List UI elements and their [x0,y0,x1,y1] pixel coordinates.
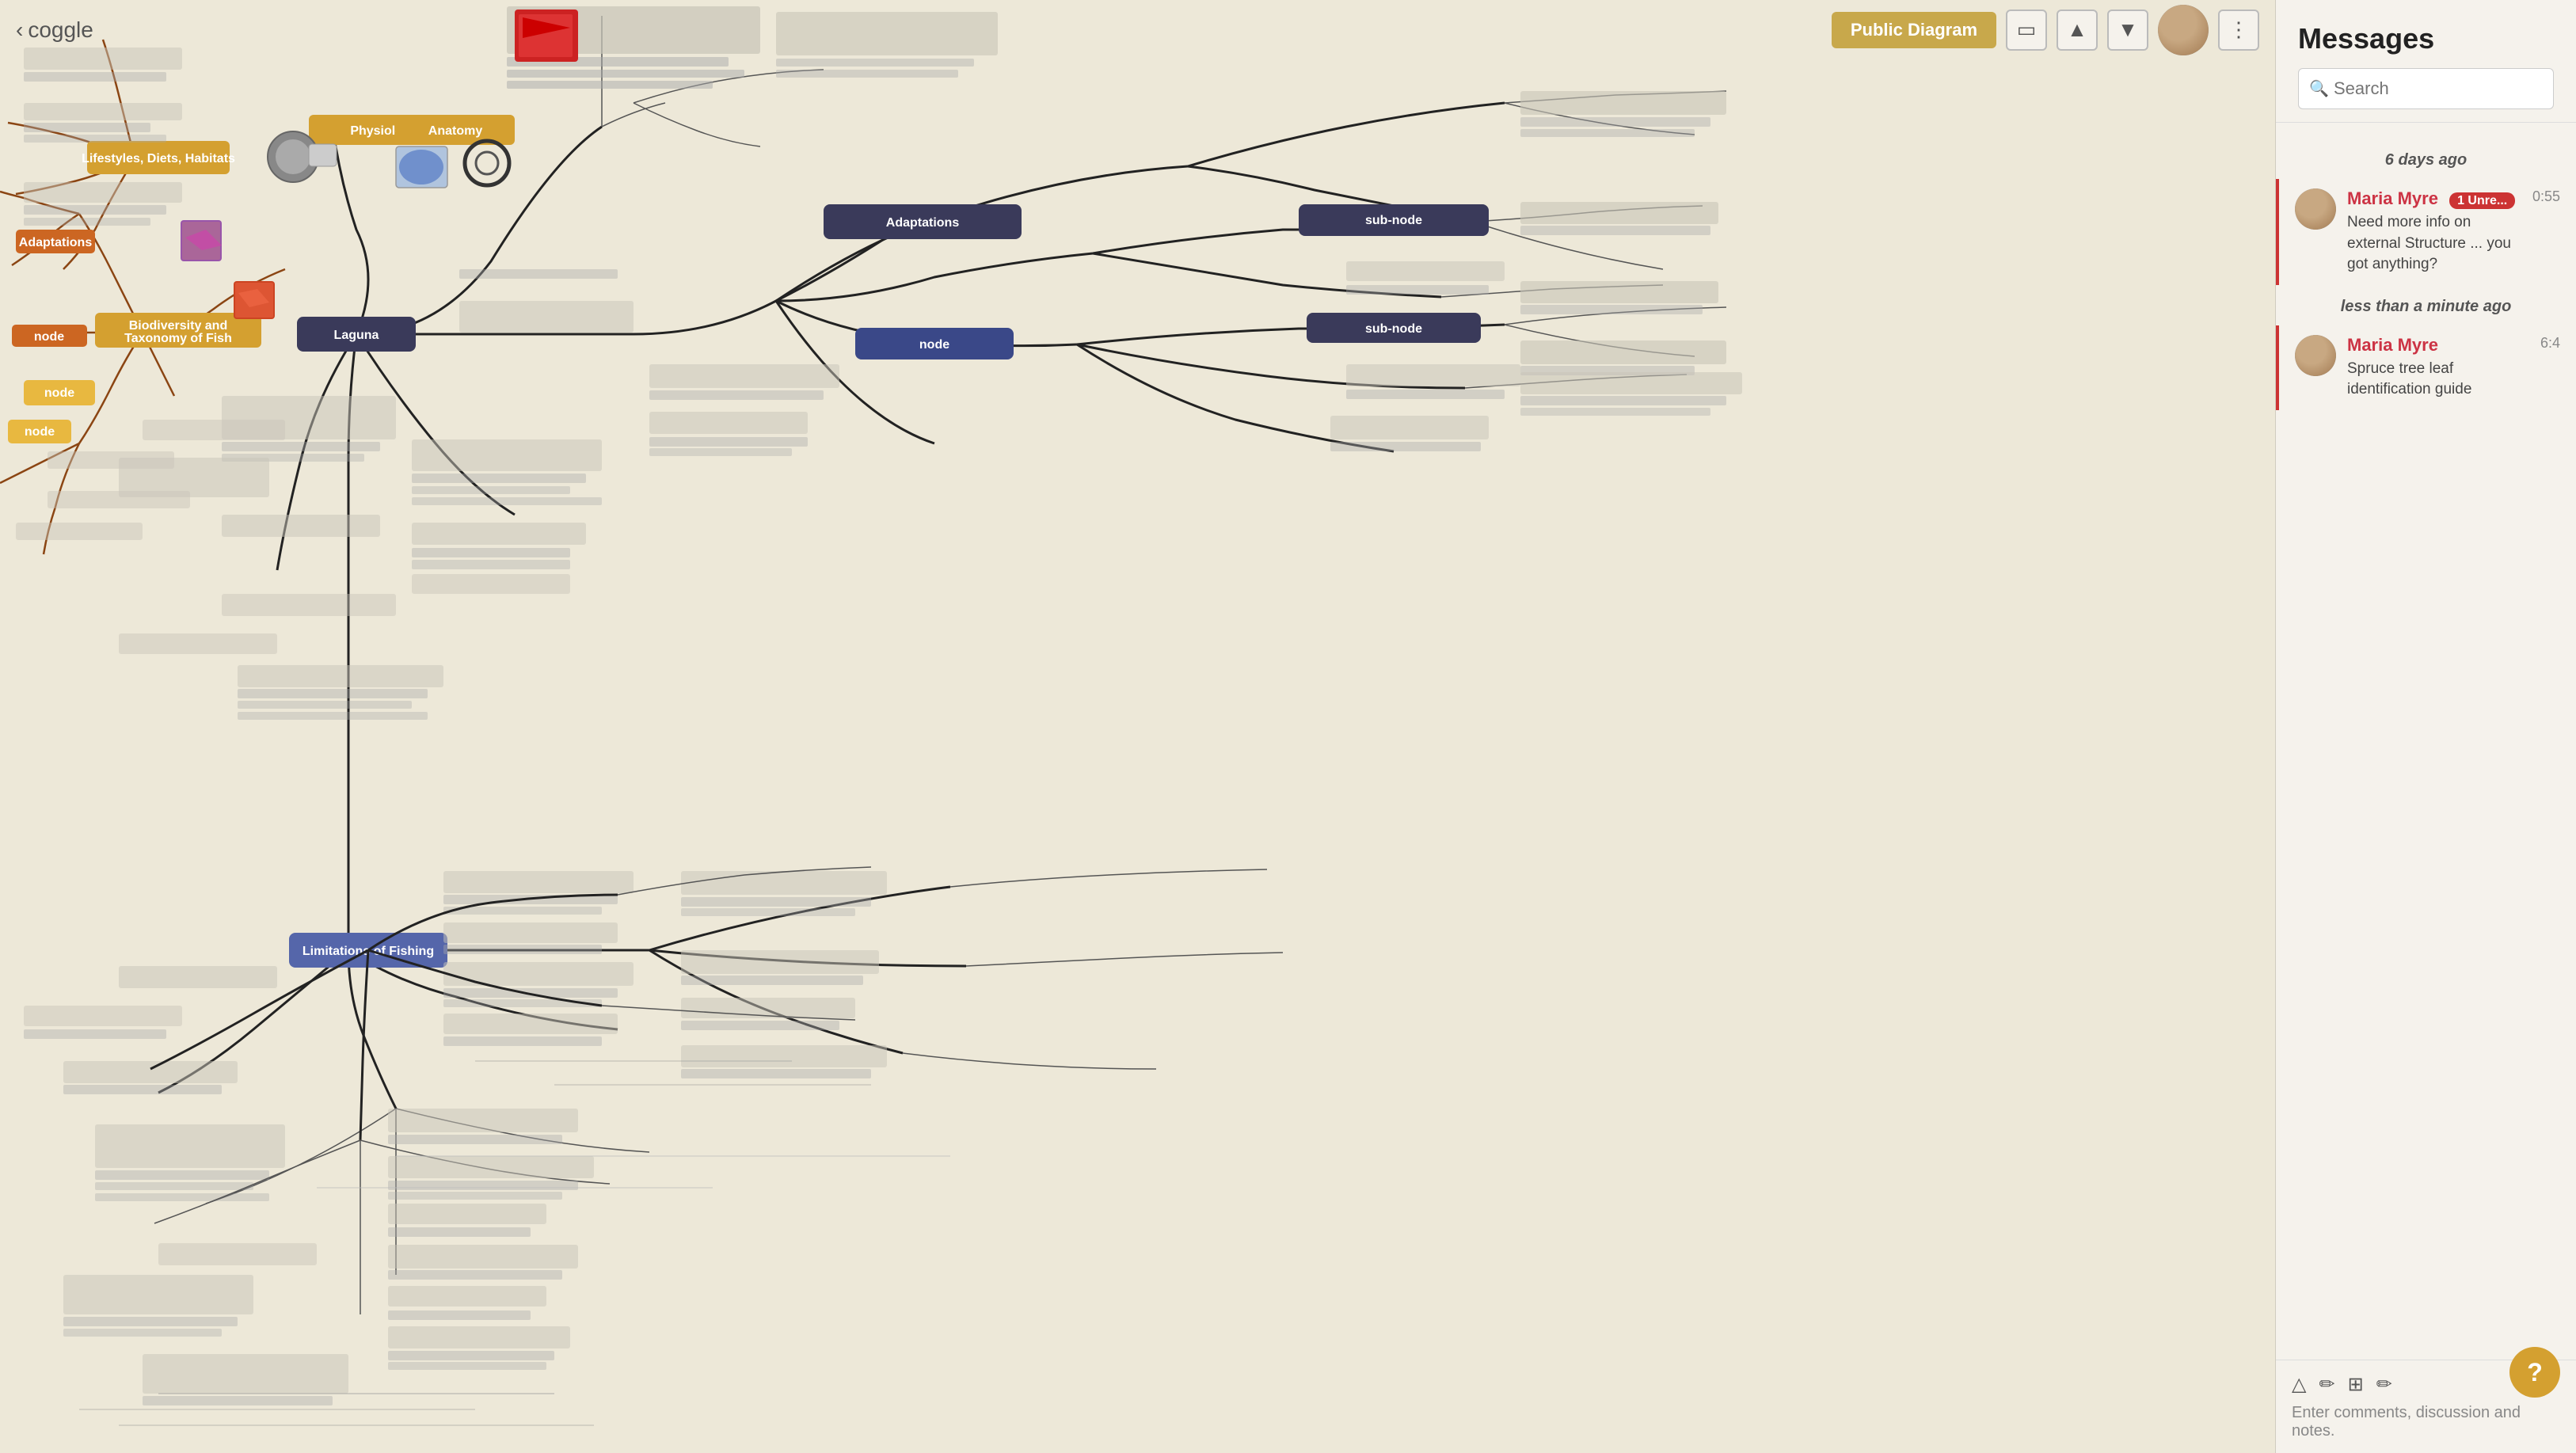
time-separator-1: 6 days ago [2276,151,2576,169]
back-button[interactable]: ‹ coggle [16,17,93,43]
toolbar-right: Public Diagram ▭ ▲ ▼ ⋮ [1832,5,2259,55]
options-icon: ⋮ [2228,17,2249,42]
message-time-2: 6:4 [2540,335,2560,401]
avatar-image [2158,5,2209,55]
svg-text:node: node [34,330,64,344]
svg-text:node: node [919,338,949,352]
messages-list: 6 days ago Maria Myre 1 Unre... Need mor… [2276,123,2576,1360]
sender-avatar-1 [2295,188,2336,230]
svg-text:Adaptations: Adaptations [19,236,93,249]
mindmap-svg: Laguna Limitations of Fishing Lifestyles… [0,0,2275,1453]
svg-text:node: node [25,425,55,439]
monitor-view-button[interactable]: ▭ [2006,10,2047,51]
message-item-2[interactable]: Maria Myre Spruce tree leaf identificati… [2276,325,2576,410]
upload-icon: ▲ [2067,17,2087,42]
mindmap-canvas[interactable]: ‹ coggle Public Diagram ▭ ▲ ▼ ⋮ [0,0,2275,1453]
app-logo: coggle [28,17,93,43]
message-item[interactable]: Maria Myre 1 Unre... Need more info on e… [2276,179,2576,285]
avatar-face-1 [2295,188,2336,230]
download-icon: ▼ [2117,17,2138,42]
avatar-face-2 [2295,335,2336,376]
svg-text:sub-node: sub-node [1365,322,1422,336]
svg-text:Adaptations: Adaptations [886,216,960,230]
download-button[interactable]: ▼ [2107,10,2148,51]
user-avatar[interactable] [2158,5,2209,55]
time-separator-2: less than a minute ago [2276,298,2576,316]
search-icon: 🔍 [2309,79,2329,99]
svg-text:node: node [44,386,74,400]
message-text-2: Spruce tree leaf identification guide [2347,359,2529,401]
messages-header: Messages 🔍 [2276,0,2576,123]
sender-name-2: Maria Myre [2347,335,2529,356]
upload-button[interactable]: ▲ [2057,10,2098,51]
messages-title: Messages [2298,22,2554,55]
message-time-1: 0:55 [2532,188,2560,276]
svg-text:Laguna: Laguna [334,329,379,342]
text-format-icon[interactable]: △ [2292,1373,2306,1396]
back-chevron-icon: ‹ [16,17,23,43]
toolbar: ‹ coggle Public Diagram ▭ ▲ ▼ ⋮ [0,0,2275,59]
pencil-icon[interactable]: ✏ [2319,1373,2334,1396]
messages-panel: Messages 🔍 6 days ago Maria Myre 1 Unre.… [2275,0,2576,1453]
svg-text:sub-node: sub-node [1365,214,1422,227]
message-text-1: Need more info on external Structure ...… [2347,212,2521,276]
svg-text:Lifestyles, Diets, Habitats: Lifestyles, Diets, Habitats [82,152,235,165]
sender-name-1: Maria Myre 1 Unre... [2347,188,2521,209]
sender-avatar-2 [2295,335,2336,376]
svg-text:Taxonomy of Fish: Taxonomy of Fish [124,332,232,345]
message-content-2: Maria Myre Spruce tree leaf identificati… [2347,335,2529,401]
message-content-1: Maria Myre 1 Unre... Need more info on e… [2347,188,2521,276]
monitor-icon: ▭ [2017,17,2037,42]
more-options-button[interactable]: ⋮ [2218,10,2259,51]
link-icon[interactable]: ✏ [2376,1373,2392,1396]
svg-text:Biodiversity and: Biodiversity and [129,319,227,333]
public-diagram-button[interactable]: Public Diagram [1832,12,1996,48]
comment-input-placeholder[interactable]: Enter comments, discussion and notes. [2292,1404,2560,1440]
search-input[interactable] [2298,68,2554,109]
unread-badge-1: 1 Unre... [2449,192,2515,209]
svg-text:Anatomy: Anatomy [428,124,483,138]
image-insert-icon[interactable]: ⊞ [2348,1373,2364,1396]
help-button[interactable]: ? [2509,1347,2560,1398]
search-wrapper: 🔍 [2298,68,2554,109]
